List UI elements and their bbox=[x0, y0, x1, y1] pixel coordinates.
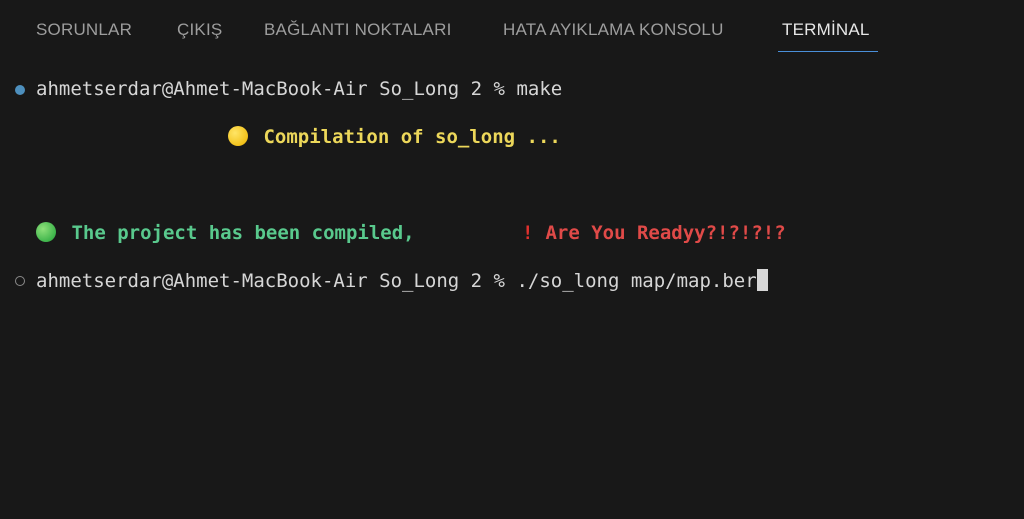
exclamation-emoji: ! bbox=[522, 222, 534, 244]
compile-message: Compilation of so_long ... bbox=[263, 126, 561, 148]
prompt: ahmetserdar@Ahmet-MacBook-Air So_Long 2 … bbox=[36, 78, 517, 100]
success-line: The project has been compiled, bbox=[36, 221, 415, 245]
tab-debug-console[interactable]: HATA AYIKLAMA KONSOLU bbox=[503, 20, 724, 40]
terminal-line-2: ahmetserdar@Ahmet-MacBook-Air So_Long 2 … bbox=[36, 269, 768, 293]
command: make bbox=[516, 78, 563, 100]
tab-terminal[interactable]: TERMİNAL bbox=[782, 20, 870, 40]
hollow-circle-icon[interactable] bbox=[15, 276, 25, 286]
tab-ports[interactable]: BAĞLANTI NOKTALARI bbox=[264, 20, 452, 40]
terminal-output[interactable]: ahmetserdar@Ahmet-MacBook-Air So_Long 2 … bbox=[0, 54, 1024, 519]
green-circle-emoji bbox=[36, 222, 56, 242]
terminal-panel: SORUNLAR ÇIKIŞ BAĞLANTI NOKTALARI HATA A… bbox=[0, 0, 1024, 519]
terminal-line-1: ahmetserdar@Ahmet-MacBook-Air So_Long 2 … bbox=[36, 77, 562, 101]
panel-tabs: SORUNLAR ÇIKIŞ BAĞLANTI NOKTALARI HATA A… bbox=[0, 0, 1024, 54]
ready-message: Are You Readyy?!?!?!? bbox=[545, 222, 786, 244]
tab-problems[interactable]: SORUNLAR bbox=[36, 20, 132, 40]
text-cursor bbox=[756, 269, 768, 291]
command: ./so_long map/map.ber bbox=[516, 270, 757, 292]
prompt: ahmetserdar@Ahmet-MacBook-Air So_Long 2 … bbox=[36, 270, 517, 292]
compile-line: Compilation of so_long ... bbox=[228, 125, 561, 149]
ready-line: ! Are You Readyy?!?!?!? bbox=[522, 221, 786, 245]
yellow-circle-emoji bbox=[228, 126, 248, 146]
active-tab-indicator bbox=[778, 51, 878, 52]
filled-circle-icon[interactable] bbox=[15, 85, 25, 95]
success-message: The project has been compiled, bbox=[71, 222, 415, 244]
tab-output[interactable]: ÇIKIŞ bbox=[177, 20, 222, 40]
